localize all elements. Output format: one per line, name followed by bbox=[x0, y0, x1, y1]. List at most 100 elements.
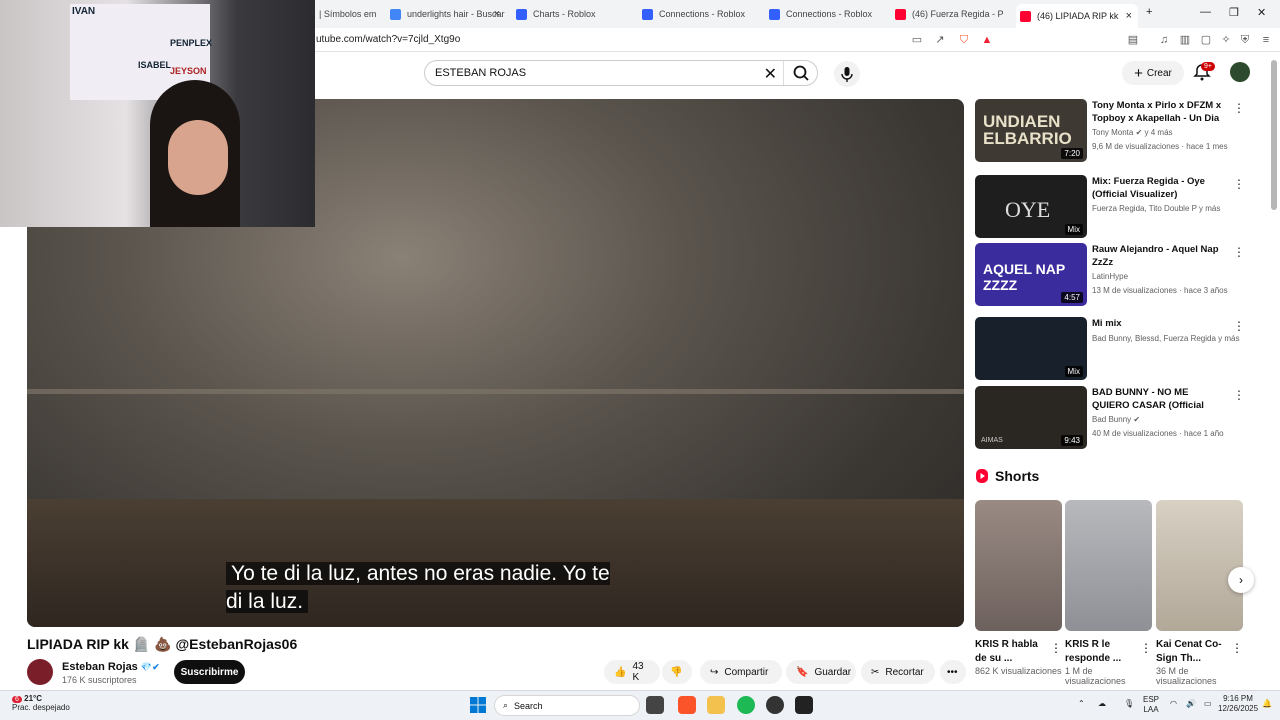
page-scrollbar[interactable] bbox=[1271, 60, 1277, 210]
epic-games-icon[interactable] bbox=[795, 696, 813, 714]
more-options-icon[interactable]: ⋮ bbox=[1233, 245, 1245, 259]
video-frame-detail bbox=[27, 389, 964, 394]
youtube-icon bbox=[895, 8, 906, 20]
clear-search-icon[interactable]: ✕ bbox=[764, 64, 777, 84]
app-icon[interactable] bbox=[766, 696, 784, 714]
create-button[interactable]: + Crear bbox=[1122, 61, 1184, 85]
share-icon[interactable]: ↗ bbox=[933, 33, 947, 47]
recommendation-item[interactable]: UNDIAEN ELBARRIO 7:20 Tony Monta x Pirlo … bbox=[975, 99, 1245, 163]
close-tab-icon[interactable]: × bbox=[494, 8, 500, 20]
recommendation-item[interactable]: OYE Mix Mix: Fuerza Regida - Oye (Officia… bbox=[975, 175, 1245, 239]
more-options-icon[interactable]: ⋮ bbox=[1233, 101, 1245, 115]
video-thumbnail[interactable]: AIMAS 9:43 bbox=[975, 386, 1087, 449]
recommendation-item[interactable]: Mix Mi mix Bad Bunny, Blessd, Fuerza Reg… bbox=[975, 317, 1245, 381]
wifi-icon[interactable]: ◠ bbox=[1170, 699, 1177, 709]
weather-widget[interactable]: 6 21°C Prac. despejado bbox=[12, 694, 70, 712]
roblox-icon bbox=[642, 8, 653, 20]
short-item[interactable]: Kai Cenat Co-Sign Th... 36 M de visualiz… bbox=[1156, 500, 1243, 686]
video-thumbnail[interactable]: OYE Mix bbox=[975, 175, 1087, 238]
like-button[interactable]: 👍 43 K bbox=[604, 660, 660, 684]
poster-text: PENPLEX bbox=[170, 38, 213, 48]
restore-icon[interactable]: ❐ bbox=[1229, 6, 1239, 19]
save-button[interactable]: 🔖 Guardar bbox=[786, 660, 856, 684]
more-options-icon[interactable]: ⋮ bbox=[1231, 641, 1243, 655]
channel-name[interactable]: Esteban Rojas 💎✔ bbox=[62, 661, 160, 673]
scissors-icon: ✂ bbox=[871, 666, 880, 678]
search-icon bbox=[793, 65, 809, 81]
spotify-icon[interactable] bbox=[737, 696, 755, 714]
url-field[interactable]: utube.com/watch?v=7cjld_Xtg9o bbox=[316, 34, 460, 45]
more-options-icon[interactable]: ⋮ bbox=[1233, 319, 1245, 333]
streamer-face bbox=[168, 120, 228, 195]
share-button[interactable]: ↪ Compartir bbox=[700, 660, 782, 684]
clip-button[interactable]: ✂ Recortar bbox=[861, 660, 935, 684]
browser-tab[interactable]: (46) Fuerza Regida - P bbox=[891, 4, 1011, 24]
short-thumbnail[interactable] bbox=[1156, 500, 1243, 631]
short-item[interactable]: KRIS R le responde ... 1 M de visualizac… bbox=[1065, 500, 1152, 686]
recommendation-item[interactable]: AQUEL NAP ZZZZ 4:57 Rauw Alejandro - Aque… bbox=[975, 243, 1245, 307]
short-thumbnail[interactable] bbox=[1065, 500, 1152, 631]
subscriber-count: 176 K suscriptores bbox=[62, 675, 137, 685]
clock[interactable]: 9:16 PM 12/26/2025 bbox=[1218, 694, 1258, 714]
browser-tab-active[interactable]: (46) LIPIADA RIP kk × bbox=[1016, 4, 1138, 28]
taskbar-search[interactable]: ⌕ Search bbox=[494, 695, 640, 716]
recommendation-item[interactable]: AIMAS 9:43 BAD BUNNY - NO ME QUIERO CASAR… bbox=[975, 386, 1245, 450]
mic-tray-icon[interactable]: 🎙 bbox=[1124, 699, 1134, 709]
onedrive-icon[interactable]: ☁ bbox=[1098, 699, 1106, 709]
video-thumbnail[interactable]: Mix bbox=[975, 317, 1087, 380]
menu-icon[interactable]: ≡ bbox=[1259, 33, 1273, 47]
voice-search-button[interactable] bbox=[834, 61, 860, 87]
task-view-icon[interactable] bbox=[646, 696, 664, 714]
thumbs-up-icon: 👍 bbox=[614, 666, 627, 678]
more-options-icon[interactable]: ⋮ bbox=[1233, 388, 1245, 402]
close-tab-icon[interactable]: × bbox=[1126, 10, 1132, 22]
language-indicator[interactable]: ESP LAA bbox=[1143, 695, 1159, 715]
google-icon bbox=[390, 8, 401, 20]
browser-tab[interactable]: Charts - Roblox bbox=[512, 4, 632, 24]
sidebar-icon[interactable]: ▥ bbox=[1178, 33, 1192, 47]
video-title: LIPIADA RIP kk 🪦 💩 @EstebanRojas06 bbox=[27, 636, 298, 652]
shorts-next-button[interactable]: › bbox=[1228, 567, 1254, 593]
account-avatar[interactable] bbox=[1230, 62, 1250, 82]
tray-chevron-icon[interactable]: ⌃ bbox=[1078, 699, 1085, 709]
cast-icon[interactable]: ▭ bbox=[910, 33, 924, 47]
minimize-icon[interactable]: — bbox=[1200, 6, 1211, 18]
search-box[interactable]: ESTEBAN ROJAS ✕ bbox=[424, 60, 818, 86]
new-tab-button[interactable]: + bbox=[1146, 6, 1152, 18]
dislike-button[interactable]: 👎 bbox=[662, 660, 692, 684]
chevron-right-icon: › bbox=[1239, 573, 1243, 587]
short-thumbnail[interactable] bbox=[975, 500, 1062, 631]
roblox-icon bbox=[769, 8, 780, 20]
browser-tab[interactable]: Connections - Roblox bbox=[638, 4, 758, 24]
subscribe-button[interactable]: Suscribirme bbox=[174, 660, 245, 684]
battery-icon[interactable]: ▭ bbox=[1204, 699, 1212, 709]
plus-icon: + bbox=[1134, 64, 1143, 82]
rewards-icon[interactable]: ▲ bbox=[980, 33, 994, 47]
poster-text: JEYSON bbox=[170, 66, 207, 76]
browser-tab[interactable]: Connections - Roblox bbox=[765, 4, 885, 24]
brave-browser-icon[interactable] bbox=[678, 696, 696, 714]
video-thumbnail[interactable]: AQUEL NAP ZZZZ 4:57 bbox=[975, 243, 1087, 306]
leo-icon[interactable]: ✧ bbox=[1219, 33, 1233, 47]
more-options-icon[interactable]: ⋮ bbox=[1140, 641, 1152, 655]
vpn-icon[interactable]: ⛨ bbox=[1238, 33, 1252, 47]
search-input[interactable]: ESTEBAN ROJAS bbox=[435, 67, 526, 79]
reader-icon[interactable]: ▤ bbox=[1126, 33, 1140, 47]
channel-avatar[interactable] bbox=[27, 659, 53, 685]
volume-icon[interactable]: 🔊 bbox=[1186, 699, 1196, 709]
close-window-icon[interactable]: ✕ bbox=[1257, 6, 1266, 19]
file-explorer-icon[interactable] bbox=[707, 696, 725, 714]
more-actions-button[interactable]: ••• bbox=[940, 660, 966, 684]
windows-start-icon[interactable] bbox=[470, 697, 486, 713]
wallet-icon[interactable]: ▢ bbox=[1199, 33, 1213, 47]
music-icon[interactable]: ♫ bbox=[1157, 33, 1171, 47]
browser-tab[interactable]: underlights hair - Buscar × bbox=[386, 4, 506, 24]
short-item[interactable]: KRIS R habla de su ... 862 K visualizaci… bbox=[975, 500, 1062, 676]
brave-shield-icon[interactable]: ⛉ bbox=[957, 33, 971, 47]
notifications-icon[interactable]: 🔔 bbox=[1262, 699, 1272, 709]
search-button[interactable] bbox=[783, 61, 817, 85]
more-options-icon[interactable]: ⋮ bbox=[1233, 177, 1245, 191]
video-thumbnail[interactable]: UNDIAEN ELBARRIO 7:20 bbox=[975, 99, 1087, 162]
more-options-icon[interactable]: ⋮ bbox=[1050, 641, 1062, 655]
browser-tab[interactable]: | Símbolos em bbox=[315, 4, 377, 24]
